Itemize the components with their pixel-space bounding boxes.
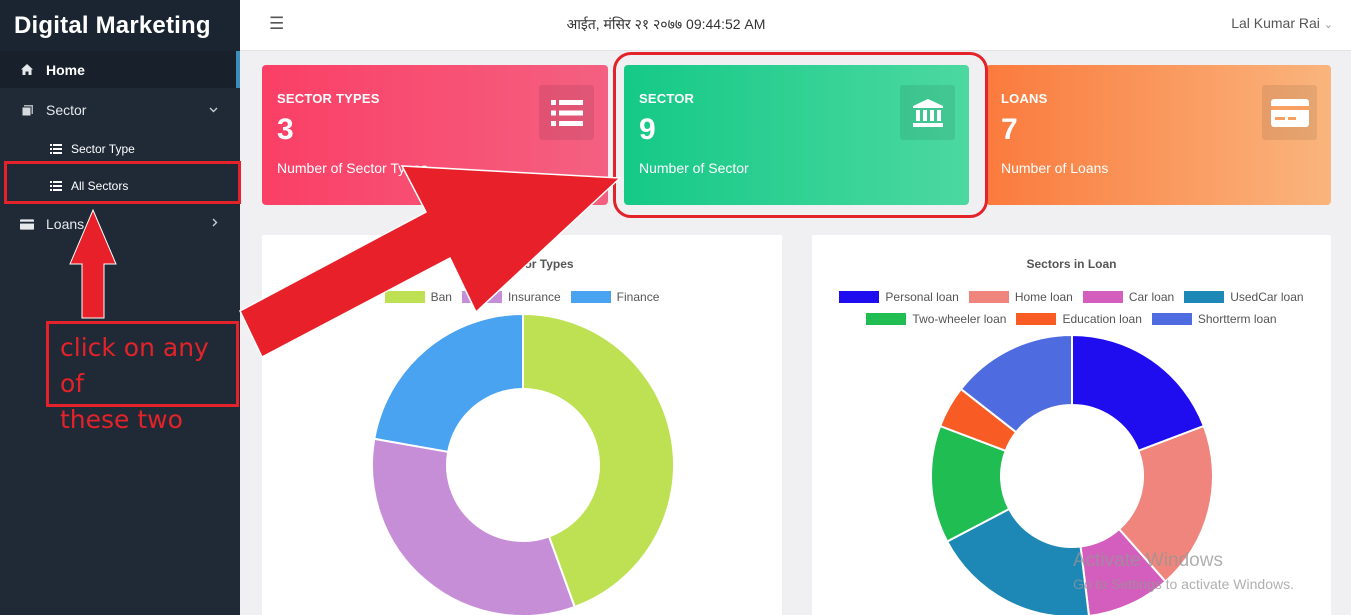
card-value: 7 [1001,113,1018,146]
sidebar: Digital Marketing Home Sector Sector Typ… [0,0,240,615]
copy-icon [20,103,34,117]
card-title: LOANS [1001,91,1048,106]
sidebar-item-label: Home [46,61,85,78]
user-menu[interactable]: Lal Kumar Rai ⌄ [1231,15,1333,31]
list-icon [50,143,62,154]
user-name: Lal Kumar Rai [1231,15,1320,31]
card-description: Number of Loans [1001,160,1109,176]
current-datetime: आईत, मंसिर २१ २०७७ 09:44:52 AM [566,16,766,32]
sidebar-item-label: Sector [46,102,87,118]
doughnut-chart-sector-types[interactable] [262,235,782,615]
brand-logo[interactable]: Digital Marketing [0,0,240,51]
slice-finance[interactable] [373,312,524,453]
highlight-all-sectors [4,161,241,204]
annotation-text: click on any of these two [46,321,239,434]
card-loans[interactable]: LOANS 7 Number of Loans [986,65,1331,205]
card-description: Number of Sector Types [277,160,428,176]
chart-panel-sector-types: rs in Sector Types Ban Insurance Finance [262,235,782,615]
sidebar-item-label: Sector Type [71,141,135,156]
card-value: 3 [277,113,294,146]
list-icon [539,85,594,140]
chevron-right-icon [212,218,218,230]
sidebar-item-sector[interactable]: Sector [0,90,240,130]
card-title: SECTOR TYPES [277,91,380,106]
credit-card-icon [1262,85,1317,140]
card-sector-types[interactable]: SECTOR TYPES 3 Number of Sector Types [262,65,608,205]
sidebar-item-home[interactable]: Home [0,51,240,88]
watermark-line: Go to Settings to activate Windows. [1073,576,1294,592]
watermark-line: Activate Windows [1073,550,1223,571]
chevron-down-icon [209,104,218,116]
home-icon [20,63,34,77]
windows-activation-watermark: Activate Windows Go to Settings to activ… [1073,550,1294,592]
slice-insurance[interactable] [371,437,576,615]
annotation-line: these two [60,405,183,434]
sidebar-item-loans[interactable]: Loans [0,204,240,244]
chevron-down-icon: ⌄ [1323,19,1333,31]
highlight-sector-card [613,52,988,218]
card-icon [20,217,34,231]
annotation-line: click on any of [60,333,209,398]
top-navbar: ☰ आईत, मंसिर २१ २०७७ 09:44:52 AM Lal Kum… [240,0,1351,51]
sidebar-item-label: Loans [46,216,85,232]
